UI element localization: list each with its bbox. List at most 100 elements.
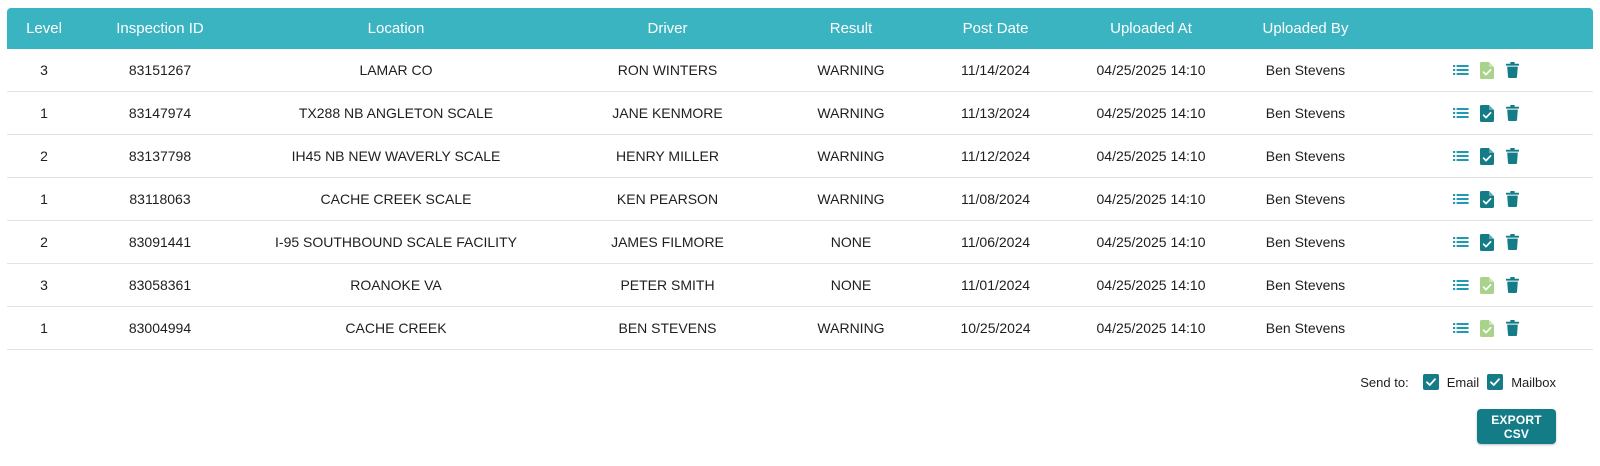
result-cell: WARNING (782, 134, 920, 178)
inspection-id-cell: 83137798 (81, 134, 239, 178)
table-row: 3 83151267 LAMAR CO RON WINTERS WARNING 11/14… (7, 49, 1593, 92)
level-cell: 1 (7, 306, 81, 350)
inspection-id-cell: 83151267 (81, 49, 239, 92)
mailbox-checkbox[interactable] (1487, 374, 1504, 390)
view-details-icon[interactable] (1452, 104, 1470, 122)
column-header: Inspection ID (116, 20, 204, 37)
trash-icon[interactable] (1504, 190, 1522, 208)
driver-cell: KEN PEARSON (553, 177, 782, 221)
row-actions-cell (1380, 91, 1593, 135)
view-details-icon[interactable] (1452, 61, 1470, 79)
uploaded-by-cell: Ben Stevens (1231, 134, 1380, 178)
email-checkbox[interactable] (1422, 374, 1439, 390)
post-date-cell: 10/25/2024 (920, 306, 1071, 350)
row-actions (1380, 307, 1593, 349)
email-option-label: Email (1446, 374, 1480, 390)
table-row: 1 83004994 CACHE CREEK BEN STEVENS WARNING 10… (7, 306, 1593, 350)
uploaded-at-cell: 04/25/2025 14:10 (1071, 263, 1231, 307)
post-date-cell: 11/06/2024 (920, 220, 1071, 264)
location-cell: CACHE CREEK (239, 306, 553, 350)
post-date-cell: 11/13/2024 (920, 91, 1071, 135)
column-header: Uploaded By (1262, 20, 1349, 37)
trash-icon[interactable] (1504, 147, 1522, 165)
location-cell: ROANOKE VA (239, 263, 553, 307)
trash-icon[interactable] (1504, 104, 1522, 122)
driver-cell: BEN STEVENS (553, 306, 782, 350)
column-header: Post Date (962, 20, 1029, 37)
trash-icon[interactable] (1504, 319, 1522, 337)
location-cell: LAMAR CO (239, 49, 553, 92)
result-cell: NONE (782, 220, 920, 264)
inspections-table: Level Inspection ID Location Driver Result Po… (7, 8, 1593, 350)
table-row: 2 83091441 I-95 SOUTHBOUND SCALE FACILITY J… (7, 220, 1593, 264)
uploaded-by-cell: Ben Stevens (1231, 49, 1380, 92)
uploaded-at-cell: 04/25/2025 14:10 (1071, 91, 1231, 135)
table-row: 1 83147974 TX288 NB ANGLETON SCALE JANE KEN… (7, 91, 1593, 135)
table-row: 3 83058361 ROANOKE VA PETER SMITH NONE 11/01/… (7, 263, 1593, 307)
table-row: 1 83118063 CACHE CREEK SCALE KEN PEARSON WAR… (7, 177, 1593, 221)
post-date-cell: 11/08/2024 (920, 177, 1071, 221)
driver-cell: RON WINTERS (553, 49, 782, 92)
level-cell: 1 (7, 91, 81, 135)
column-header (1380, 8, 1593, 49)
report-check-icon[interactable] (1478, 104, 1496, 122)
trash-icon[interactable] (1504, 276, 1522, 294)
mailbox-option[interactable]: Mailbox (1487, 374, 1556, 390)
location-cell: I-95 SOUTHBOUND SCALE FACILITY (239, 220, 553, 264)
column-header: Uploaded At (1110, 20, 1192, 37)
inspection-id-cell: 83147974 (81, 91, 239, 135)
column-header: Level (26, 20, 62, 37)
checkmark-icon (1490, 378, 1501, 386)
view-details-icon[interactable] (1452, 319, 1470, 337)
report-check-icon[interactable] (1478, 319, 1496, 337)
row-actions-cell (1380, 220, 1593, 264)
driver-cell: JANE KENMORE (553, 91, 782, 135)
export-csv-button[interactable]: EXPORT CSV (1477, 409, 1556, 444)
trash-icon[interactable] (1504, 233, 1522, 251)
table-body: 3 83151267 LAMAR CO RON WINTERS WARNING 11/14… (7, 49, 1593, 350)
row-actions-cell (1380, 177, 1593, 221)
row-actions-cell (1380, 134, 1593, 178)
level-cell: 2 (7, 134, 81, 178)
header-row: Level Inspection ID Location Driver Result Po… (7, 8, 1593, 49)
driver-cell: JAMES FILMORE (553, 220, 782, 264)
uploaded-at-cell: 04/25/2025 14:10 (1071, 177, 1231, 221)
view-details-icon[interactable] (1452, 147, 1470, 165)
post-date-cell: 11/01/2024 (920, 263, 1071, 307)
uploaded-at-cell: 04/25/2025 14:10 (1071, 134, 1231, 178)
view-details-icon[interactable] (1452, 190, 1470, 208)
uploaded-by-cell: Ben Stevens (1231, 220, 1380, 264)
report-check-icon[interactable] (1478, 233, 1496, 251)
result-cell: WARNING (782, 177, 920, 221)
trash-icon[interactable] (1504, 61, 1522, 79)
report-check-icon[interactable] (1478, 276, 1496, 294)
report-check-icon[interactable] (1478, 190, 1496, 208)
inspection-id-cell: 83118063 (81, 177, 239, 221)
row-actions (1380, 264, 1593, 306)
row-actions (1380, 221, 1593, 263)
uploaded-by-cell: Ben Stevens (1231, 263, 1380, 307)
send-to-options: Send to: Email Mailbox (1360, 374, 1556, 390)
result-cell: WARNING (782, 306, 920, 350)
view-details-icon[interactable] (1452, 276, 1470, 294)
inspection-id-cell: 83004994 (81, 306, 239, 350)
report-check-icon[interactable] (1478, 61, 1496, 79)
result-cell: WARNING (782, 49, 920, 92)
location-cell: TX288 NB ANGLETON SCALE (239, 91, 553, 135)
level-cell: 2 (7, 220, 81, 264)
row-actions-cell (1380, 49, 1593, 92)
uploaded-by-cell: Ben Stevens (1231, 91, 1380, 135)
level-cell: 3 (7, 263, 81, 307)
level-cell: 3 (7, 49, 81, 92)
row-actions (1380, 49, 1593, 91)
uploaded-at-cell: 04/25/2025 14:10 (1071, 306, 1231, 350)
report-check-icon[interactable] (1478, 147, 1496, 165)
view-details-icon[interactable] (1452, 233, 1470, 251)
email-option[interactable]: Email (1422, 374, 1480, 390)
row-actions-cell (1380, 263, 1593, 307)
result-cell: NONE (782, 263, 920, 307)
inspection-id-cell: 83091441 (81, 220, 239, 264)
row-actions (1380, 135, 1593, 177)
mailbox-option-label: Mailbox (1511, 374, 1556, 390)
uploaded-at-cell: 04/25/2025 14:10 (1071, 220, 1231, 264)
